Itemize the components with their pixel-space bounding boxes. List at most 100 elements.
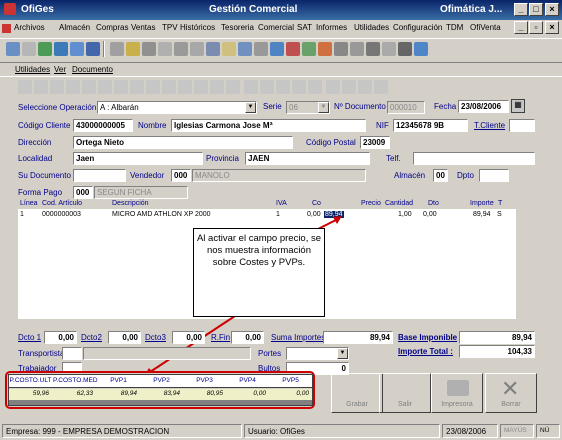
menu-sat[interactable]: SAT	[297, 23, 312, 32]
your-document-field[interactable]	[73, 169, 126, 182]
eraser-icon[interactable]	[358, 80, 372, 94]
note-icon[interactable]	[178, 80, 192, 94]
mail-doc-icon[interactable]	[276, 80, 290, 94]
save-button[interactable]: Grabar	[331, 373, 383, 413]
nif-field[interactable]: 12345678 9B	[393, 119, 468, 132]
calc-icon[interactable]	[254, 42, 268, 56]
transport-code-field[interactable]	[62, 347, 82, 360]
wrench-icon[interactable]	[302, 42, 316, 56]
menu-tesoreria[interactable]: Tesoreria	[221, 23, 254, 32]
dcto3-field[interactable]: 0,00	[172, 331, 205, 344]
serie-select[interactable]: 06 ▼	[286, 101, 330, 114]
key-icon[interactable]	[366, 42, 380, 56]
phone-icon[interactable]	[190, 42, 204, 56]
truck-icon[interactable]	[174, 42, 188, 56]
delete-button[interactable]: ✕ Borrar	[485, 373, 537, 413]
close-doc-icon[interactable]	[292, 80, 306, 94]
swap-icon[interactable]	[86, 42, 100, 56]
chevron-down-icon[interactable]: ▼	[318, 102, 329, 113]
dpto-field[interactable]	[479, 169, 509, 182]
help-icon[interactable]	[414, 42, 428, 56]
minimize-icon[interactable]: _	[514, 3, 528, 16]
edit-icon[interactable]	[114, 80, 128, 94]
folder-icon[interactable]	[126, 42, 140, 56]
box-icon[interactable]	[142, 42, 156, 56]
palm-icon[interactable]	[398, 42, 412, 56]
chevron-down-icon[interactable]: ▼	[245, 102, 256, 113]
menu-configuracion[interactable]: Configuración	[393, 23, 442, 32]
menu-ofiventa[interactable]: OfiVenta	[470, 23, 501, 32]
address-field[interactable]: Ortega Nieto	[73, 136, 293, 149]
users-icon[interactable]	[270, 42, 284, 56]
base-label[interactable]: Base Imponible	[398, 333, 457, 342]
total-label[interactable]: Importe Total :	[398, 347, 453, 356]
phone-field[interactable]	[413, 152, 535, 165]
calc-doc-icon[interactable]	[308, 80, 322, 94]
new-doc-icon[interactable]	[18, 80, 32, 94]
link-icon[interactable]	[146, 80, 160, 94]
list-doc-icon[interactable]	[342, 80, 356, 94]
child-close-icon[interactable]: ×	[545, 21, 559, 34]
menu-ventas[interactable]: Ventas	[131, 23, 155, 32]
dcto3-label[interactable]: Dcto3	[145, 333, 166, 342]
money-icon[interactable]	[222, 42, 236, 56]
date-field[interactable]: 23/08/2006	[458, 100, 509, 113]
chart-icon[interactable]	[54, 42, 68, 56]
check-icon[interactable]	[130, 80, 144, 94]
clip-icon[interactable]	[374, 80, 388, 94]
menu-tpv[interactable]: TPV	[162, 23, 178, 32]
dcto1-field[interactable]: 0,00	[44, 331, 77, 344]
calendar-icon[interactable]: ▦	[511, 99, 525, 113]
menu-utilidades-doc[interactable]: Utilidades	[15, 65, 50, 74]
maximize-icon[interactable]: □	[529, 3, 543, 16]
postal-field[interactable]: 23009	[360, 136, 390, 149]
pin-icon[interactable]	[260, 80, 274, 94]
camera-icon[interactable]	[158, 42, 172, 56]
cost-scrollbar[interactable]	[9, 400, 312, 405]
rfin-field[interactable]: 0,00	[231, 331, 264, 344]
client-code-field[interactable]: 43000000005	[73, 119, 133, 132]
child-restore-icon[interactable]: ▫	[529, 21, 543, 34]
pen-icon[interactable]	[210, 80, 224, 94]
nav-last-icon[interactable]	[98, 80, 112, 94]
print-icon[interactable]	[22, 42, 36, 56]
menu-archivos[interactable]: Archivos	[14, 23, 45, 32]
dcto2-field[interactable]: 0,00	[108, 331, 141, 344]
fax-icon[interactable]	[350, 42, 364, 56]
warehouse-field[interactable]: 00	[433, 169, 448, 182]
tcliente-label[interactable]: T.Cliente	[474, 121, 505, 130]
folder-open-icon[interactable]	[226, 80, 240, 94]
payment-code-field[interactable]: 000	[73, 186, 93, 199]
list-icon[interactable]	[110, 42, 124, 56]
operation-select[interactable]: A : Albarán ▼	[97, 101, 257, 114]
dcto2-label[interactable]: Dcto2	[81, 333, 102, 342]
table-row[interactable]: 1 0000000003 MICRO AMD ATHLON XP 2000 1 …	[18, 211, 516, 221]
plug-icon[interactable]	[382, 42, 396, 56]
city-field[interactable]: Jaen	[73, 152, 203, 165]
menu-comercial[interactable]: Comercial	[258, 23, 294, 32]
nav-prev-icon[interactable]	[66, 80, 80, 94]
printer-button[interactable]: Impresora	[431, 373, 483, 413]
copy-doc-icon[interactable]	[34, 80, 48, 94]
document-number-field[interactable]: 000010	[387, 101, 425, 114]
warning-icon[interactable]	[244, 80, 258, 94]
menu-ver[interactable]: Ver	[54, 65, 66, 74]
name-field[interactable]: Iglesias Carmona Jose Mª	[171, 119, 366, 132]
dcto1-label[interactable]: Dcto 1	[18, 333, 41, 342]
tcliente-field[interactable]	[509, 119, 535, 132]
print-doc-icon[interactable]	[326, 80, 340, 94]
menu-utilidades[interactable]: Utilidades	[354, 23, 389, 32]
menu-almacen[interactable]: Almacén	[59, 23, 90, 32]
doc-list-icon[interactable]	[206, 42, 220, 56]
menu-compras[interactable]: Compras	[96, 23, 128, 32]
menu-historicos[interactable]: Históricos	[180, 23, 215, 32]
grid-icon[interactable]	[70, 42, 84, 56]
menu-informes[interactable]: Informes	[316, 23, 347, 32]
mail-icon[interactable]	[238, 42, 252, 56]
seller-code-field[interactable]: 000	[171, 169, 191, 182]
menu-documento[interactable]: Documento	[72, 65, 113, 74]
child-minimize-icon[interactable]: _	[514, 21, 528, 34]
province-field[interactable]: JAEN	[245, 152, 370, 165]
rfin-label[interactable]: R.Fin	[211, 333, 230, 342]
close-icon[interactable]: ×	[545, 3, 559, 16]
